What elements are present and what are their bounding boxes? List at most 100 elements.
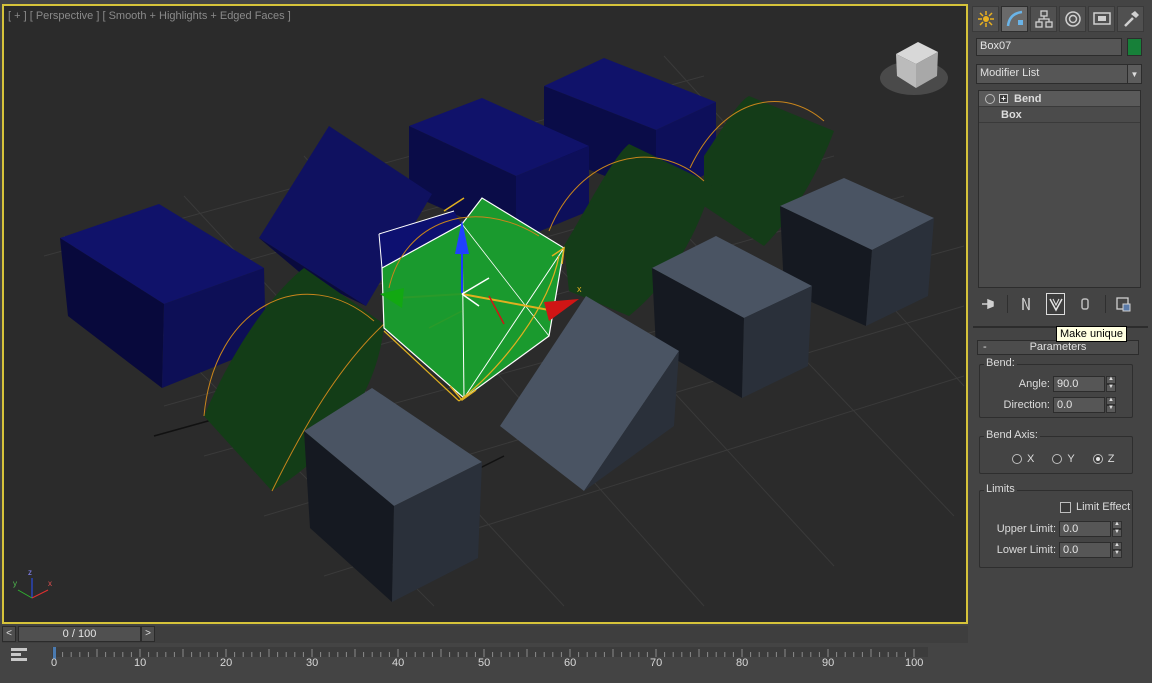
gizmo-x-label: x [577, 284, 582, 294]
upper-limit-spinner[interactable]: ▲ ▼ [1112, 521, 1122, 537]
axis-label-x: x [48, 579, 52, 588]
angle-field[interactable]: 90.0 [1053, 376, 1105, 392]
modifier-list-dropdown[interactable]: Modifier List ▼ [976, 64, 1142, 84]
tab-create[interactable] [972, 6, 999, 32]
tab-display[interactable] [1088, 6, 1115, 32]
bend-axis-group: Bend Axis: X Y Z [979, 429, 1133, 474]
make-unique-icon [1048, 298, 1063, 312]
display-icon [1092, 12, 1111, 25]
limits-group: Limits Limit Effect Upper Limit: 0.0 ▲ ▼ … [979, 483, 1133, 568]
limit-effect-label: Limit Effect [1076, 501, 1131, 513]
perspective-viewport[interactable]: x z y x [ + ] [ Perspective ] [ Smooth +… [2, 4, 968, 624]
remove-modifier-icon [1081, 298, 1089, 310]
trackbar-tick-label: 0 [51, 657, 58, 669]
bend-group: Bend: Angle: 90.0 ▲ ▼ Direction: 0.0 ▲ ▼ [979, 357, 1133, 418]
limit-effect-checkbox[interactable] [1060, 501, 1071, 513]
trackbar-tick-label: 70 [650, 657, 663, 669]
parameters-rollout-header[interactable]: - Parameters [977, 340, 1139, 355]
axis-label-y: y [13, 579, 17, 588]
trackbar[interactable]: 0 10 20 30 40 50 60 70 80 90 100 [2, 645, 970, 675]
limit-effect-row[interactable]: Limit Effect [1060, 501, 1130, 513]
trackbar-tick-label: 80 [736, 657, 749, 669]
show-end-result-icon [1022, 297, 1030, 311]
radio-dot [1052, 454, 1063, 464]
angle-label: Angle: [1018, 378, 1050, 390]
previous-frame-button[interactable]: < [2, 626, 16, 642]
trackbar-tick-label: 60 [564, 657, 577, 669]
limits-title: Limits [984, 483, 1017, 495]
radio-label: Y [1067, 453, 1075, 465]
trackbar-tick-label: 40 [392, 657, 405, 669]
box-gray-front[interactable] [304, 388, 482, 602]
stack-item-label: Bend [1014, 92, 1042, 105]
tab-utilities[interactable] [1117, 6, 1144, 32]
bend-group-title: Bend: [984, 357, 1017, 369]
lower-limit-label: Lower Limit: [996, 544, 1056, 556]
axis-label-z: z [28, 568, 32, 577]
direction-spinner[interactable]: ▲ ▼ [1106, 397, 1116, 413]
viewcube[interactable] [880, 42, 948, 95]
direction-field[interactable]: 0.0 [1053, 397, 1105, 413]
rollout-title: Parameters [1029, 341, 1087, 353]
trackbar-tick-label: 10 [134, 657, 147, 669]
tab-modify[interactable] [1001, 6, 1028, 32]
trackbar-tick-label: 90 [822, 657, 835, 669]
make-unique-tooltip: Make unique [1056, 326, 1127, 342]
modifier-list-label: Modifier List [980, 67, 1040, 79]
stack-item-bend[interactable]: + Bend [979, 91, 1140, 107]
trackbar-tick-label: 50 [478, 657, 491, 669]
parameters-rollout: - Parameters Bend: Angle: 90.0 ▲ ▼ Direct… [977, 336, 1147, 676]
direction-row: Direction: 0.0 ▲ ▼ [982, 397, 1116, 413]
object-color-swatch[interactable] [1127, 38, 1142, 56]
radio-label: X [1027, 453, 1035, 465]
app-window: x z y x [ + ] [ Perspective ] [ Smooth +… [0, 0, 1152, 683]
next-frame-button[interactable]: > [141, 626, 155, 642]
stack-item-box[interactable]: Box [979, 107, 1140, 123]
angle-spinner[interactable]: ▲ ▼ [1106, 376, 1116, 392]
pin-stack-icon [981, 298, 994, 310]
trackbar-tick-label: 20 [220, 657, 233, 669]
radio-dot [1012, 454, 1022, 464]
bend-axis-z-radio[interactable]: Z [1092, 453, 1115, 465]
radio-label: Z [1107, 453, 1115, 465]
time-slider[interactable]: 0 / 100 [18, 626, 141, 642]
pin-stack-button[interactable] [978, 293, 997, 315]
viewport-label-menu[interactable]: [ + ] [ Perspective ] [ Smooth + Highlig… [8, 10, 291, 22]
modifier-stack[interactable]: + Bend Box [978, 90, 1141, 288]
bend-axis-title: Bend Axis: [984, 429, 1040, 441]
radio-dot-selected [1092, 454, 1103, 464]
upper-limit-field[interactable]: 0.0 [1059, 521, 1111, 537]
object-name-field[interactable]: Box07 [976, 38, 1122, 56]
create-icon [977, 11, 994, 27]
configure-modifier-sets-button[interactable] [1114, 293, 1133, 315]
toolbar-divider [1104, 295, 1106, 313]
bend-axis-y-radio[interactable]: Y [1052, 453, 1075, 465]
lower-limit-field[interactable]: 0.0 [1059, 542, 1111, 558]
expand-icon[interactable]: + [999, 94, 1008, 103]
modifier-stack-toolbar [978, 292, 1143, 316]
stack-item-label: Box [1001, 108, 1022, 121]
axis-tripod: z y x [13, 568, 52, 599]
tab-motion[interactable] [1059, 6, 1086, 32]
upper-limit-row: Upper Limit: 0.0 ▲ ▼ [982, 521, 1122, 537]
tab-hierarchy[interactable] [1030, 6, 1057, 32]
configure-modifier-sets-icon [1116, 297, 1131, 312]
collapse-icon: - [983, 341, 987, 353]
show-end-result-button[interactable] [1016, 293, 1035, 315]
bend-axis-x-radio[interactable]: X [1012, 453, 1034, 465]
bend-axis-options: X Y Z [1012, 453, 1132, 465]
utilities-icon [1123, 11, 1139, 27]
viewport-scene: x z y x [13, 42, 965, 607]
trackbar-tick-label: 100 [905, 657, 924, 669]
angle-row: Angle: 90.0 ▲ ▼ [982, 376, 1116, 392]
toolbar-divider [1007, 295, 1009, 313]
chevron-down-icon: ▼ [1127, 65, 1141, 83]
lower-limit-row: Lower Limit: 0.0 ▲ ▼ [982, 542, 1122, 558]
lightbulb-icon[interactable] [985, 93, 995, 104]
trackbar-tick-label: 30 [306, 657, 319, 669]
make-unique-button[interactable] [1045, 293, 1066, 315]
time-slider-bar: < 0 / 100 > [2, 626, 968, 643]
remove-modifier-button[interactable] [1075, 293, 1094, 315]
lower-limit-spinner[interactable]: ▲ ▼ [1112, 542, 1122, 558]
command-panel-tabs [972, 6, 1148, 32]
